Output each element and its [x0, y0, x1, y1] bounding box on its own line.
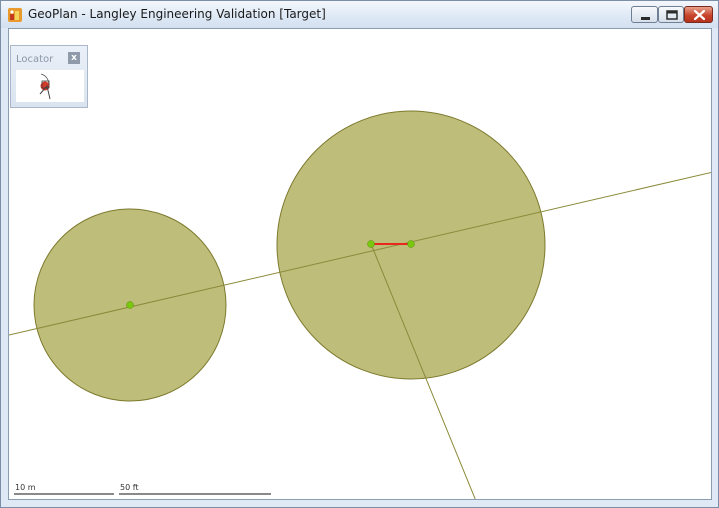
maximize-button[interactable] [658, 6, 684, 23]
minimize-button[interactable] [631, 6, 658, 23]
maximize-icon [666, 10, 678, 20]
scale-metric-bar [14, 493, 114, 495]
point-segment-start[interactable] [367, 240, 375, 248]
locator-panel[interactable]: Locator x [10, 45, 88, 108]
geoplan-app-icon [8, 8, 22, 22]
window-title: GeoPlan - Langley Engineering Validation… [28, 7, 326, 21]
locator-map-icon [39, 73, 51, 100]
locator-title: Locator [16, 54, 54, 65]
locator-thumbnail[interactable] [16, 70, 84, 102]
point-left-center[interactable] [126, 301, 134, 309]
close-icon [693, 9, 706, 21]
point-right-center[interactable] [407, 240, 415, 248]
scale-imperial-label: 50 ft [120, 483, 139, 492]
locator-close-button[interactable]: x [68, 52, 80, 64]
close-button[interactable] [684, 6, 713, 23]
geometry-view[interactable] [9, 29, 712, 500]
geoplan-window: GeoPlan - Langley Engineering Validation… [0, 0, 719, 508]
title-bar[interactable]: GeoPlan - Langley Engineering Validation… [1, 1, 718, 28]
map-canvas[interactable]: Locator x 10 m 50 ft [8, 28, 712, 500]
scale-imperial-bar [119, 493, 271, 495]
minimize-icon [641, 17, 650, 20]
scale-metric-label: 10 m [15, 483, 36, 492]
